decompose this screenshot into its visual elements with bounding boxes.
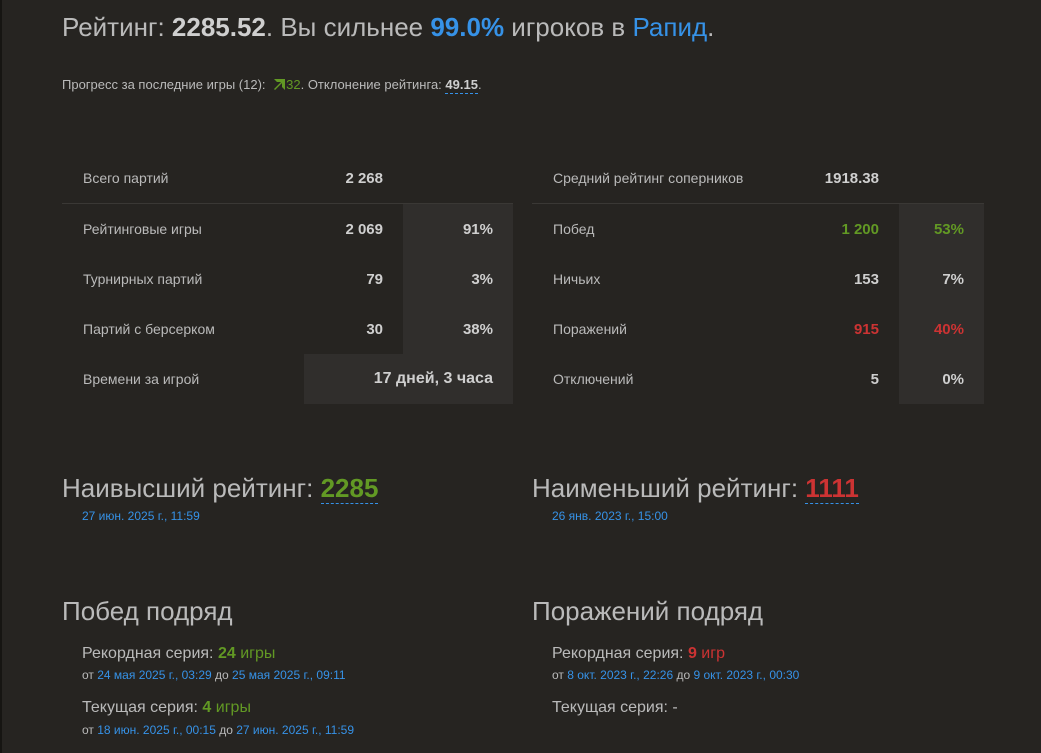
losses-label[interactable]: Поражений xyxy=(532,304,794,354)
win-record-range: от 24 мая 2025 г., 03:29 до 25 мая 2025 … xyxy=(82,668,346,682)
highest-rating-value[interactable]: 2285 xyxy=(320,473,379,504)
disconnects-pct: 0% xyxy=(899,354,984,404)
win-current-start-link[interactable]: 18 июн. 2025 г., 00:15 xyxy=(97,723,216,737)
loss-record-to: до xyxy=(673,668,694,682)
page-title: Рейтинг: 2285.52. Вы сильнее 99.0% игрок… xyxy=(62,12,714,43)
losses-pct: 40% xyxy=(899,304,984,354)
win-record-streak: Рекордная серия: 24 игры xyxy=(82,645,275,663)
progress-label: Прогресс за последние игры (12): xyxy=(62,77,270,92)
variant-link[interactable]: Рапид xyxy=(632,12,707,42)
wins-value: 1 200 xyxy=(841,220,879,238)
table-row[interactable]: Побед 1 200 53% xyxy=(532,203,984,255)
disconnects-value: 5 xyxy=(870,370,879,388)
lowest-rating-label: Наименьший рейтинг: xyxy=(532,473,806,503)
table-row[interactable]: Рейтинговые игры 2 069 91% xyxy=(62,203,513,255)
win-record-from: от xyxy=(82,668,98,682)
win-current-count: 4 xyxy=(202,699,212,716)
win-current-to: до xyxy=(215,723,237,737)
avg-opponent-value: 1918.38 xyxy=(794,153,899,204)
time-played-label: Времени за игрой xyxy=(83,371,200,387)
loss-record-streak: Рекордная серия: 9 игр xyxy=(552,645,725,663)
loss-current-streak: Текущая серия: - xyxy=(552,699,678,717)
lowest-rating-value[interactable]: 1111 xyxy=(805,473,859,504)
draws-value: 153 xyxy=(853,270,879,288)
win-current-from: от xyxy=(82,723,98,737)
loss-streak-title: Поражений подряд xyxy=(532,596,764,626)
results-table: Средний рейтинг соперников 1918.38 Побед… xyxy=(532,153,984,404)
losses-value: 915 xyxy=(853,320,879,338)
lowest-rating-date[interactable]: 26 янв. 2023 г., 15:00 xyxy=(552,509,668,523)
loss-record-count: 9 xyxy=(687,645,697,662)
loss-current-label: Текущая серия: xyxy=(552,699,673,716)
stronger-text: . Вы сильнее xyxy=(265,12,431,42)
rating-value: 2285.52 xyxy=(171,12,266,42)
deviation-label: . Отклонение рейтинга: xyxy=(300,77,446,92)
games-table: Всего партий 2 268 Рейтинговые игры 2 06… xyxy=(62,153,513,404)
percentile-value: 99.0% xyxy=(430,12,505,42)
loss-current-value: - xyxy=(672,699,678,716)
loss-record-end-link[interactable]: 9 окт. 2023 г., 00:30 xyxy=(693,668,799,682)
win-record-end-link[interactable]: 25 мая 2025 г., 09:11 xyxy=(232,668,346,682)
win-current-label: Текущая серия: xyxy=(82,699,203,716)
progress-end: . xyxy=(477,77,482,92)
deviation-value[interactable]: 49.15 xyxy=(445,77,478,94)
rated-games-value: 2 069 xyxy=(345,220,383,238)
draws-pct: 7% xyxy=(899,254,984,304)
highest-rating: Наивысший рейтинг: 2285 xyxy=(62,473,379,504)
wins-pct: 53% xyxy=(899,203,984,254)
highest-rating-label: Наивысший рейтинг: xyxy=(62,473,321,503)
left-edge xyxy=(0,0,2,753)
win-current-unit: игры xyxy=(211,699,251,716)
wins-label[interactable]: Побед xyxy=(532,204,794,255)
loss-record-unit: игр xyxy=(696,645,725,662)
berserk-games-pct: 38% xyxy=(403,304,513,354)
table-row[interactable]: Поражений 915 40% xyxy=(532,304,984,354)
loss-record-from: от xyxy=(552,668,568,682)
win-current-end-link[interactable]: 27 июн. 2025 г., 11:59 xyxy=(236,723,354,737)
total-games-value: 2 268 xyxy=(304,153,403,204)
table-row[interactable]: Ничьих 153 7% xyxy=(532,254,984,304)
lowest-rating: Наименьший рейтинг: 1111 xyxy=(532,473,859,504)
players-in-text: игроков в xyxy=(504,12,633,42)
win-record-to: до xyxy=(211,668,233,682)
disconnects-label[interactable]: Отключений xyxy=(532,354,794,404)
time-played-value: 17 дней, 3 часа xyxy=(304,354,513,404)
avg-opponent-label: Средний рейтинг соперников xyxy=(532,153,794,204)
rated-games-label[interactable]: Рейтинговые игры xyxy=(62,204,304,255)
tournament-games-value: 79 xyxy=(366,270,383,288)
win-record-start-link[interactable]: 24 мая 2025 г., 03:29 xyxy=(97,668,211,682)
rating-label: Рейтинг: xyxy=(62,12,172,42)
win-record-label: Рекордная серия: xyxy=(82,645,218,662)
draws-label[interactable]: Ничьих xyxy=(532,254,794,304)
loss-record-label: Рекордная серия: xyxy=(552,645,688,662)
progress-value: 32 xyxy=(286,77,301,92)
berserk-games-value: 30 xyxy=(366,320,383,338)
progress-line: Прогресс за последние игры (12): 32. Отк… xyxy=(62,77,482,94)
win-record-unit: игры xyxy=(235,645,276,662)
table-row: Всего партий 2 268 xyxy=(62,153,513,204)
win-streak-title: Побед подряд xyxy=(62,596,233,626)
win-current-streak: Текущая серия: 4 игры xyxy=(82,699,251,717)
table-row: Времени за игрой 17 дней, 3 часа xyxy=(62,354,513,404)
tournament-games-label[interactable]: Турнирных партий xyxy=(62,254,304,304)
highest-rating-date[interactable]: 27 июн. 2025 г., 11:59 xyxy=(82,509,200,523)
arrow-up-right-icon xyxy=(274,79,286,90)
win-current-range: от 18 июн. 2025 г., 00:15 до 27 июн. 202… xyxy=(82,723,354,737)
win-record-count: 24 xyxy=(217,645,236,662)
table-row[interactable]: Отключений 5 0% xyxy=(532,354,984,404)
tournament-games-pct: 3% xyxy=(403,254,513,304)
table-row: Средний рейтинг соперников 1918.38 xyxy=(532,153,984,204)
table-row[interactable]: Турнирных партий 79 3% xyxy=(62,254,513,304)
total-games-label: Всего партий xyxy=(62,153,304,204)
title-end: . xyxy=(707,12,715,42)
loss-record-start-link[interactable]: 8 окт. 2023 г., 22:26 xyxy=(567,668,673,682)
loss-record-range: от 8 окт. 2023 г., 22:26 до 9 окт. 2023 … xyxy=(552,668,799,682)
rated-games-pct: 91% xyxy=(403,203,513,254)
berserk-games-label[interactable]: Партий с берсерком xyxy=(62,304,304,354)
table-row[interactable]: Партий с берсерком 30 38% xyxy=(62,304,513,354)
